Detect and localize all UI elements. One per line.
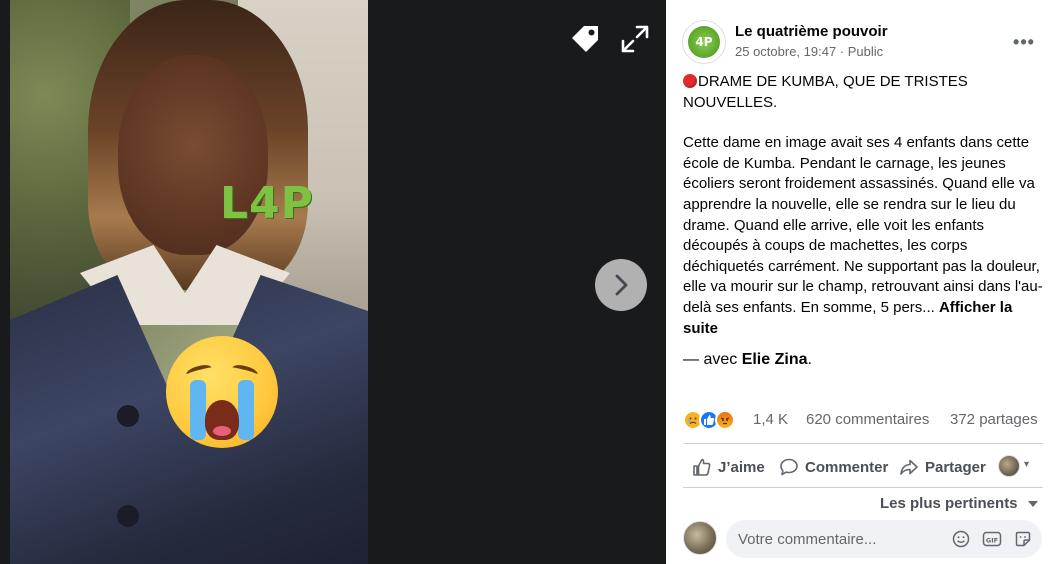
post-options-button[interactable]: •••: [1006, 28, 1042, 56]
l4p-watermark: L4P: [220, 178, 314, 229]
svg-text:GIF: GIF: [986, 536, 998, 544]
comment-input[interactable]: [738, 529, 918, 549]
share-label: Partager: [925, 458, 986, 476]
comment-label: Commenter: [805, 458, 889, 476]
emoji-icon[interactable]: [951, 529, 971, 549]
photo-viewer: L4P: [0, 0, 666, 564]
divider: [683, 443, 1043, 444]
comment-button[interactable]: Commenter: [779, 453, 888, 481]
more-options-icon: •••: [1013, 31, 1035, 52]
with-prefix: — avec: [683, 351, 742, 368]
post-body-text: Cette dame en image avait ses 4 enfants …: [683, 134, 1043, 316]
tagged-person-link[interactable]: Elie Zina: [742, 351, 808, 368]
divider: [683, 487, 1043, 488]
like-button[interactable]: J’aime: [692, 453, 765, 481]
audience-label[interactable]: Public: [848, 44, 883, 59]
thumbs-up-icon: [692, 457, 712, 477]
shares-count-link[interactable]: 372 partages: [950, 411, 1038, 428]
tag-photo-button[interactable]: [566, 20, 604, 58]
page-name-link[interactable]: Le quatrième pouvoir: [735, 23, 888, 40]
share-as-avatar[interactable]: [998, 455, 1020, 477]
tag-icon: [572, 26, 598, 52]
comment-bubble-icon: [779, 457, 799, 477]
next-photo-button[interactable]: [595, 259, 647, 311]
comments-count-link[interactable]: 620 commentaires: [806, 411, 929, 428]
chevron-down-icon[interactable]: [1028, 501, 1038, 507]
expand-icon: [621, 25, 649, 53]
reaction-icons[interactable]: [683, 408, 735, 432]
page-logo: 4P: [688, 26, 720, 58]
with-suffix: .: [807, 351, 812, 368]
chevron-right-icon: [615, 274, 628, 296]
page-avatar[interactable]: 4P: [682, 20, 726, 64]
post-panel: 4P Le quatrième pouvoir 25 octobre, 19:4…: [666, 0, 1058, 564]
gif-icon[interactable]: GIF: [982, 529, 1002, 549]
post-text: DRAME DE KUMBA, QUE DE TRISTES NOUVELLES…: [683, 72, 1043, 359]
reaction-count[interactable]: 1,4 K: [753, 411, 788, 428]
jacket-button: [117, 505, 139, 527]
jacket-button: [117, 405, 139, 427]
current-user-avatar[interactable]: [683, 521, 717, 555]
fullscreen-button[interactable]: [616, 20, 654, 58]
like-label: J’aime: [718, 458, 765, 476]
crying-face-emoji: [166, 336, 278, 448]
post-timestamp[interactable]: 25 octobre, 19:47: [735, 44, 836, 59]
tagged-with-line: — avec Elie Zina.: [683, 351, 812, 369]
share-audience-caret-icon[interactable]: ▾: [1024, 459, 1029, 470]
sticker-icon[interactable]: [1013, 529, 1033, 549]
share-arrow-icon: [899, 457, 919, 477]
post-photo[interactable]: L4P: [10, 0, 368, 564]
post-headline: DRAME DE KUMBA, QUE DE TRISTES NOUVELLES…: [683, 73, 968, 111]
comment-composer[interactable]: GIF: [726, 520, 1042, 558]
post-meta: 25 octobre, 19:47 · Public: [735, 44, 883, 59]
comment-sort-dropdown[interactable]: Les plus pertinents: [880, 495, 1018, 512]
red-circle-emoji: [683, 74, 697, 88]
share-button[interactable]: Partager: [899, 453, 986, 481]
meta-separator: ·: [836, 44, 848, 59]
angry-reaction-icon: [715, 410, 735, 430]
